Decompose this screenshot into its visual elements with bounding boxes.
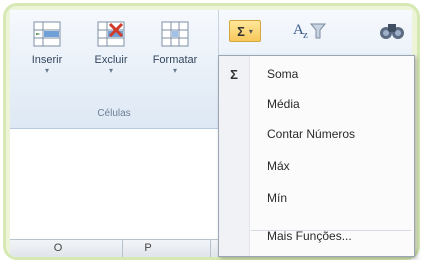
delete-button[interactable]: Excluir ▾ (82, 18, 140, 88)
autosum-dropdown-menu: Σ Soma Média Contar Números Máx Mín Mais… (218, 55, 415, 257)
delete-label: Excluir (94, 54, 128, 66)
menu-item-max[interactable]: Máx (219, 152, 414, 180)
menu-item-label: Média (267, 97, 300, 111)
format-label: Formatar (152, 54, 198, 66)
menu-item-label: Mín (267, 191, 288, 205)
insert-button[interactable]: Inserir ▾ (18, 18, 76, 88)
insert-label: Inserir (31, 54, 63, 66)
format-dropdown-arrow: ▾ (172, 66, 177, 75)
menu-item-label: Contar Números (267, 127, 356, 141)
delete-dropdown-arrow: ▾ (108, 66, 113, 75)
menu-item-contar-numeros[interactable]: Contar Números (219, 120, 414, 148)
insert-cells-icon (33, 21, 61, 47)
sigma-icon: Σ (237, 23, 245, 39)
find-binoculars-icon[interactable] (377, 18, 407, 42)
menu-item-label: Soma (267, 67, 299, 81)
autosum-button[interactable]: Σ ▾ (229, 20, 261, 42)
insert-dropdown-arrow: ▾ (44, 66, 49, 75)
delete-cells-icon (97, 21, 125, 47)
svg-text:z: z (303, 29, 308, 41)
autosum-dropdown-arrow: ▾ (248, 26, 253, 36)
column-header-p[interactable]: P (128, 242, 168, 254)
cells-group: Inserir ▾ Excluir ▾ Formatar ▾ Células (10, 10, 219, 128)
menu-item-mais-funcoes[interactable]: Mais Funções... (219, 222, 414, 250)
column-divider (122, 240, 123, 257)
format-cells-icon (161, 21, 189, 47)
column-divider (210, 240, 211, 257)
menu-item-min[interactable]: Mín (219, 184, 414, 212)
sort-filter-icon[interactable]: A z (291, 18, 329, 42)
sigma-icon: Σ (230, 66, 238, 82)
format-button[interactable]: Formatar ▾ (146, 18, 204, 88)
column-header-o[interactable]: O (38, 242, 78, 254)
menu-item-media[interactable]: Média (219, 90, 414, 118)
menu-item-label: Máx (267, 159, 290, 173)
cells-group-label: Células (97, 108, 131, 119)
menu-item-soma[interactable]: Σ Soma (219, 60, 414, 88)
menu-item-label: Mais Funções... (267, 229, 352, 243)
